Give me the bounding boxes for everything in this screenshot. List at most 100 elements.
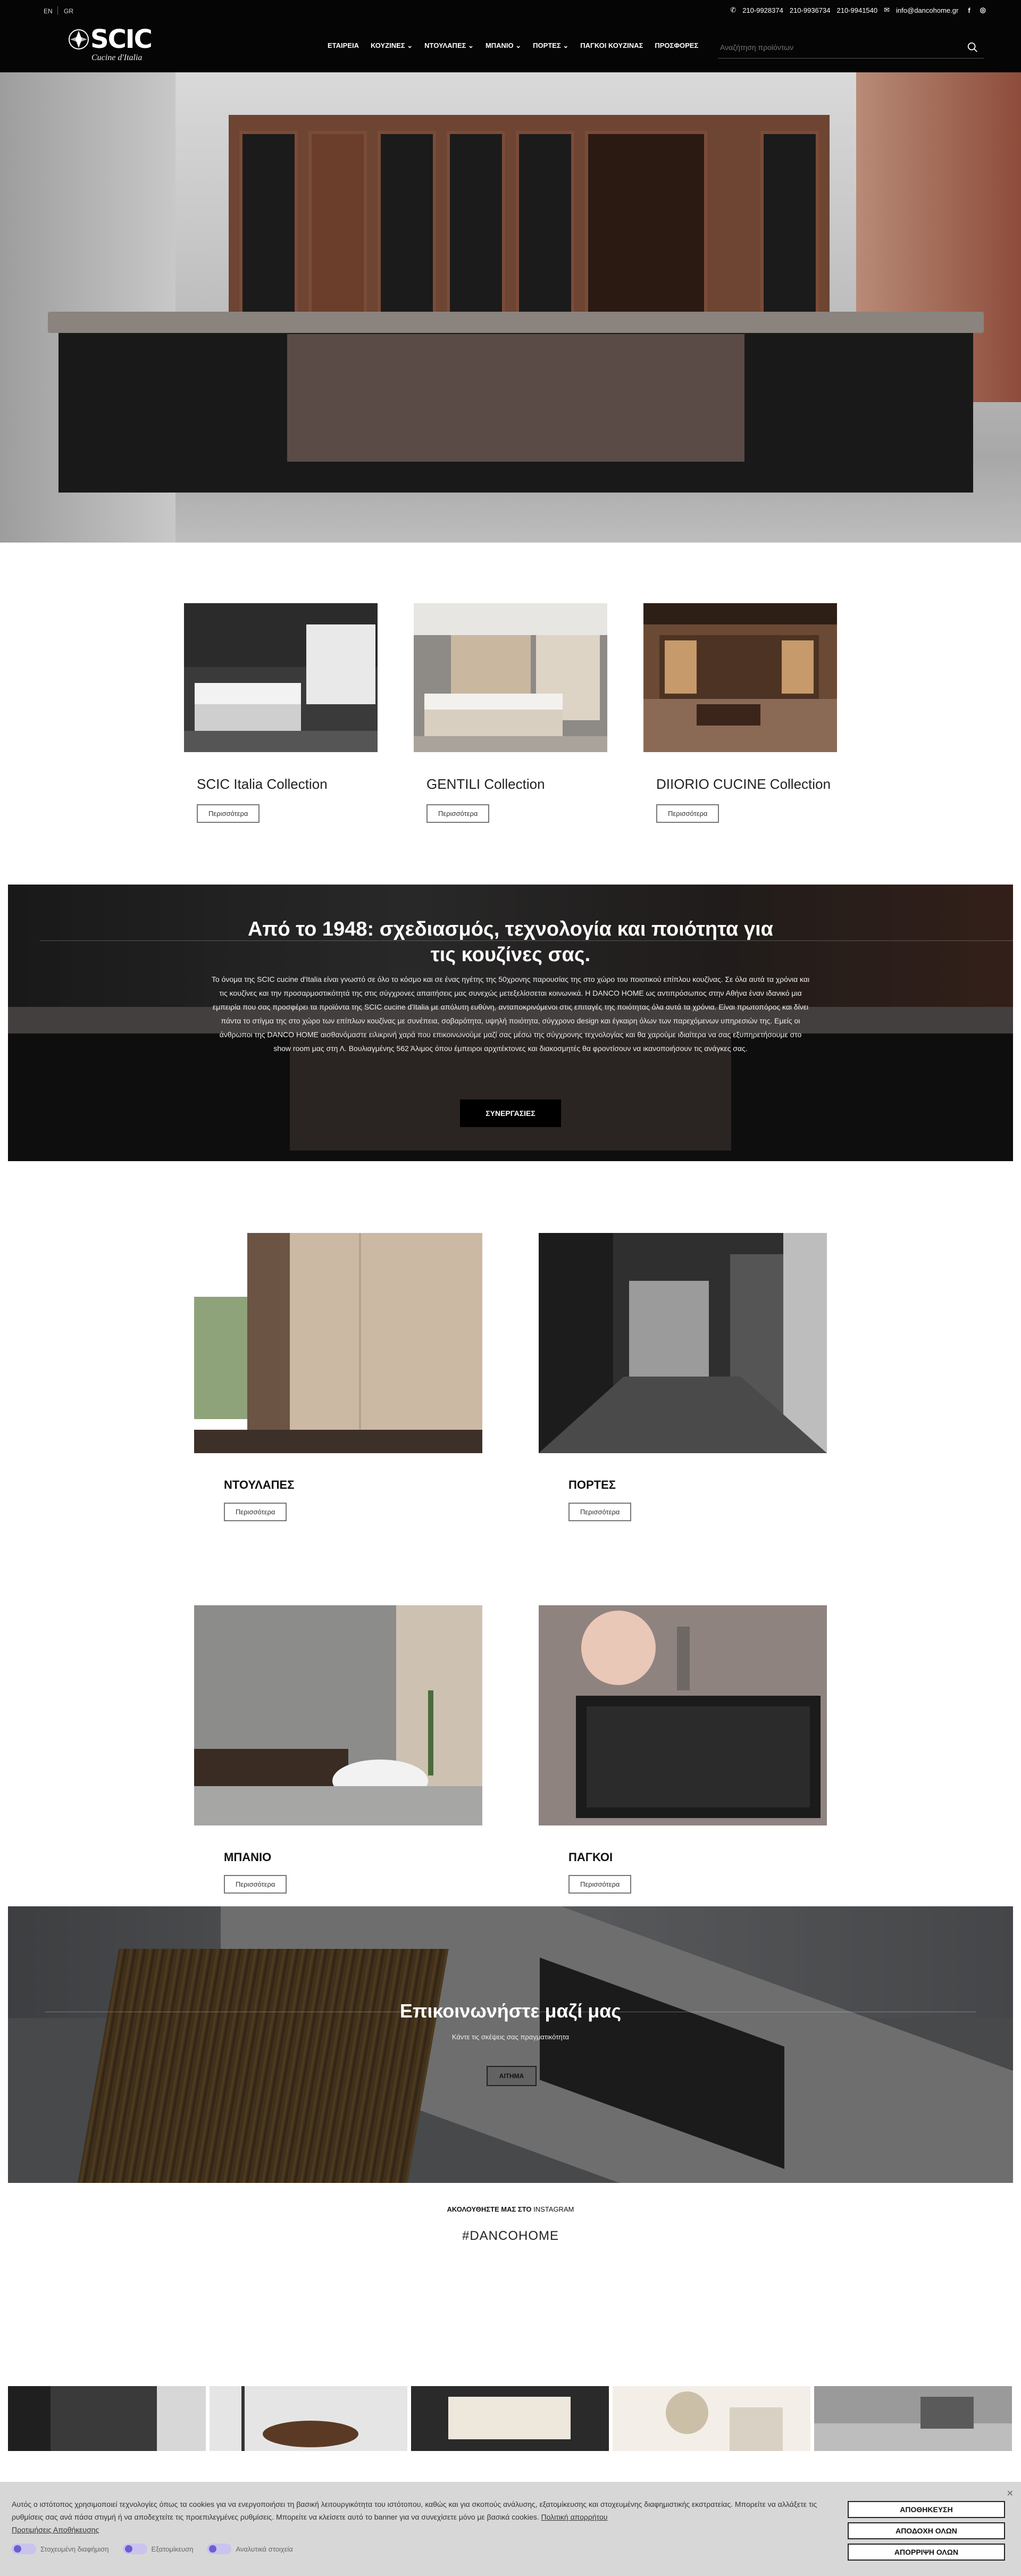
facebook-icon[interactable]: f xyxy=(968,6,970,14)
hero-tall-cabinets xyxy=(229,115,830,338)
category-card-wardrobes: ΝΤΟΥΛΑΠΕΣ Περισσότερα xyxy=(194,1233,482,1521)
nav-item-bathroom[interactable]: ΜΠΑΝΙΟ ⌄ xyxy=(486,41,521,50)
cabinet-unit xyxy=(760,131,819,338)
toggle-label: Εξατομίκευση xyxy=(151,2545,194,2553)
about-title: Από το 1948: σχεδιασμός, τεχνολογία και … xyxy=(247,918,774,966)
instagram-photo[interactable] xyxy=(210,2386,407,2451)
site-logo[interactable]: SCIC Cucine d'Italia xyxy=(68,24,158,65)
collection-image[interactable] xyxy=(184,603,378,752)
collection-card-scic: SCIC Italia Collection Περισσότερα xyxy=(184,603,378,823)
contact-title: Επικοινωνήστε μαζί μας xyxy=(399,2000,622,2022)
contact-bar: ✆ 210-9928374 210-9936734 210-9941540 ✉ … xyxy=(730,6,986,14)
toggle-switch[interactable] xyxy=(12,2544,36,2554)
phone-3-link[interactable]: 210-9941540 xyxy=(836,6,877,14)
toggle-analytics[interactable]: Αναλυτικά στοιχεία xyxy=(207,2544,293,2554)
collection-more-button[interactable]: Περισσότερα xyxy=(656,804,719,823)
logo-mark-icon xyxy=(69,29,89,49)
category-title: ΝΤΟΥΛΑΠΕΣ xyxy=(224,1478,295,1491)
nav-item-doors[interactable]: ΠΟΡΤΕΣ ⌄ xyxy=(533,41,568,50)
category-more-button[interactable]: Περισσότερα xyxy=(568,1875,632,1894)
logo-text: SCIC xyxy=(90,24,153,54)
cookie-message: Αυτός ο ιστότοπος χρησιμοποιεί τεχνολογί… xyxy=(12,2500,817,2521)
phone-1-link[interactable]: 210-9928374 xyxy=(742,6,783,14)
lang-en-link[interactable]: EN xyxy=(44,7,53,15)
cabinet-unit xyxy=(308,131,367,338)
toggle-label: Στοχευμένη διαφήμιση xyxy=(40,2545,109,2553)
hero-image xyxy=(0,72,1021,543)
nav-item-countertops[interactable]: ΠΑΓΚΟΙ ΚΟΥΖΙΝΑΣ xyxy=(580,41,643,50)
category-card-doors: ΠΟΡΤΕΣ Περισσότερα xyxy=(539,1233,827,1521)
phone-2-link[interactable]: 210-9936734 xyxy=(790,6,831,14)
request-button[interactable]: ΑΙΤΗΜΑ xyxy=(487,2066,537,2086)
hero-island-drawers xyxy=(287,334,744,462)
about-text: Το όνομα της SCIC cucine d'Italia είναι … xyxy=(211,975,810,1053)
cookie-text: Αυτός ο ιστότοπος χρησιμοποιεί τεχνολογί… xyxy=(12,2498,831,2536)
instagram-icon[interactable]: ◎ xyxy=(980,6,986,14)
partnerships-button[interactable]: ΣΥΝΕΡΓΑΣΙΕΣ xyxy=(460,1099,561,1127)
category-image[interactable] xyxy=(539,1233,827,1453)
cookie-banner: Αυτός ο ιστότοπος χρησιμοποιεί τεχνολογί… xyxy=(0,2482,1021,2576)
nav-label: ΜΠΑΝΙΟ xyxy=(485,41,514,49)
instagram-photo[interactable] xyxy=(411,2386,609,2451)
toggle-switch[interactable] xyxy=(122,2544,147,2554)
collection-title: DIIORIO CUCINE Collection xyxy=(656,776,831,792)
category-card-countertops: ΠΑΓΚΟΙ Περισσότερα xyxy=(539,1605,827,1894)
category-more-button[interactable]: Περισσότερα xyxy=(568,1503,632,1521)
instagram-photo[interactable] xyxy=(814,2386,1012,2451)
cabinet-unit xyxy=(447,131,505,338)
header: EN GR ✆ 210-9928374 210-9936734 210-9941… xyxy=(0,0,1021,72)
collection-card-gentili: GENTILI Collection Περισσότερα xyxy=(414,603,607,823)
collection-image[interactable] xyxy=(414,603,607,752)
contact-overlay xyxy=(8,1906,1013,2183)
nav-label: ΚΟΥΖΙΝΕΣ xyxy=(371,41,405,49)
about-banner: Από το 1948: σχεδιασμός, τεχνολογία και … xyxy=(8,885,1013,1161)
lang-divider xyxy=(57,6,58,15)
category-image[interactable] xyxy=(194,1605,482,1825)
cookie-toggles: Στοχευμένη διαφήμιση Εξατομίκευση Αναλυτ… xyxy=(12,2544,293,2554)
privacy-policy-link[interactable]: Πολιτική απορρήτου xyxy=(541,2513,608,2521)
close-icon[interactable]: ✕ xyxy=(1007,2488,1014,2499)
collection-more-button[interactable]: Περισσότερα xyxy=(426,804,490,823)
category-more-button[interactable]: Περισσότερα xyxy=(224,1503,287,1521)
email-link[interactable]: info@dancohome.gr xyxy=(896,6,958,14)
cookie-reject-all-button[interactable]: ΑΠΟΡΡΙΨΗ ΟΛΩΝ xyxy=(848,2544,1005,2561)
nav-item-kitchens[interactable]: ΚΟΥΖΙΝΕΣ ⌄ xyxy=(371,41,413,50)
search-bar xyxy=(718,37,984,59)
toggle-targeted-ads[interactable]: Στοχευμένη διαφήμιση xyxy=(12,2544,109,2554)
mail-icon: ✉ xyxy=(884,6,890,14)
category-image[interactable] xyxy=(539,1605,827,1825)
instagram-label: ΑΚΟΛΟΥΘΗΣΤΕ ΜΑΣ ΣΤΟ INSTAGRAM xyxy=(0,2205,1021,2213)
nav-item-company[interactable]: ΕΤΑΙΡΕΙΑ xyxy=(328,41,359,50)
toggle-label: Αναλυτικά στοιχεία xyxy=(236,2545,293,2553)
phone-icon: ✆ xyxy=(730,6,737,14)
collection-card-diiorio: DIIORIO CUCINE Collection Περισσότερα xyxy=(643,603,837,823)
cabinet-unit xyxy=(516,131,574,338)
contact-banner: Επικοινωνήστε μαζί μας Κάντε τις σκέψεις… xyxy=(8,1906,1013,2183)
logo-tagline: Cucine d'Italia xyxy=(91,53,143,62)
cookie-accept-all-button[interactable]: ΑΠΟΔΟΧΗ ΟΛΩΝ xyxy=(848,2522,1005,2539)
category-card-bathroom: ΜΠΑΝΙΟ Περισσότερα xyxy=(194,1605,482,1894)
nav-item-offers[interactable]: ΠΡΟΣΦΟΡΕΣ xyxy=(655,41,698,50)
category-title: ΜΠΑΝΙΟ xyxy=(224,1850,272,1864)
cabinet-unit xyxy=(239,131,298,338)
search-input[interactable] xyxy=(718,37,952,57)
instagram-photo[interactable] xyxy=(613,2386,810,2451)
instagram-photo[interactable] xyxy=(8,2386,206,2451)
cookie-save-button[interactable]: ΑΠΟΘΗΚΕΥΣΗ xyxy=(848,2501,1005,2518)
collection-title: GENTILI Collection xyxy=(426,776,545,792)
instagram-label-light: INSTAGRAM xyxy=(533,2205,574,2213)
lang-gr-link[interactable]: GR xyxy=(64,7,73,15)
storage-preferences-link[interactable]: Προτιμήσεις Αποθήκευσης xyxy=(12,2525,99,2534)
cabinet-unit xyxy=(378,131,436,338)
cabinet-unit xyxy=(585,131,707,338)
category-image[interactable] xyxy=(194,1233,482,1453)
toggle-personalization[interactable]: Εξατομίκευση xyxy=(122,2544,194,2554)
collection-more-button[interactable]: Περισσότερα xyxy=(197,804,260,823)
category-more-button[interactable]: Περισσότερα xyxy=(224,1875,287,1894)
toggle-switch[interactable] xyxy=(207,2544,232,2554)
collection-image[interactable] xyxy=(643,603,837,752)
contact-subtitle: Κάντε τις σκέψεις σας πραγματικότητα xyxy=(451,2033,570,2041)
nav-item-wardrobes[interactable]: ΝΤΟΥΛΑΠΕΣ ⌄ xyxy=(424,41,474,50)
instagram-hashtag[interactable]: #DANCOHOME xyxy=(0,2229,1021,2244)
search-icon[interactable] xyxy=(967,41,978,53)
